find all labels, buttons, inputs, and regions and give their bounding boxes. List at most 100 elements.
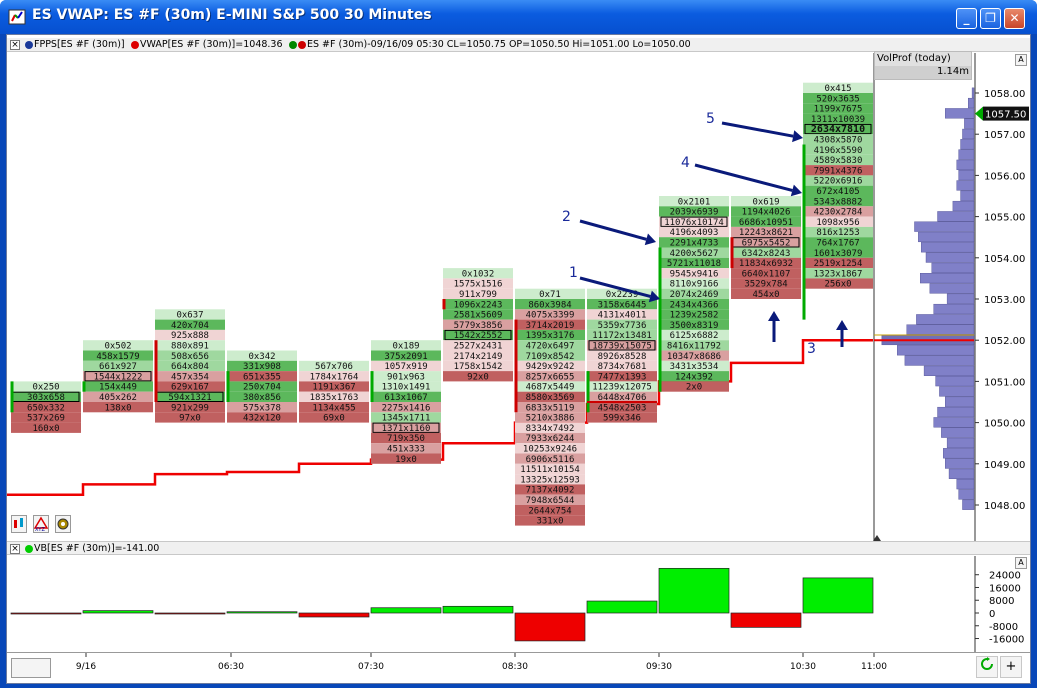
footprint-cell-text: 8416x11792 — [667, 342, 721, 352]
volume-profile-bar — [937, 211, 975, 222]
footprint-cell-text: 457x354 — [171, 372, 209, 382]
footprint-cell-text: 0x1032 — [462, 269, 495, 279]
footprint-cell-text: 1057x919 — [384, 362, 427, 372]
footprint-cell-text: 3500x8319 — [670, 321, 719, 331]
footprint-cell-text: 7991x4376 — [814, 166, 863, 176]
delta-chart[interactable]: 2400016000 8000 0 -8000 -16000 — [7, 556, 1030, 652]
footprint-column-3[interactable]: 0x342331x908651x355250x704380x856575x378… — [227, 350, 297, 424]
footprint-cell-text: 0x342 — [248, 352, 275, 362]
delta-bar — [298, 612, 370, 618]
footprint-column-9[interactable]: 0x21012039x693911076x101744196x40932291x… — [659, 196, 729, 393]
legend-vb[interactable]: VB[ES #F (30m)]=-141.00 — [25, 543, 159, 554]
footprint-cell-text: 4548x2503 — [598, 403, 647, 413]
footprint-cell-text: 2644x754 — [528, 506, 571, 516]
annotation-number: 1 — [569, 265, 578, 281]
legend-vwap[interactable]: VWAP[ES #F (30m)]=1048.36 — [131, 39, 283, 50]
footprint-cell-text: 567x706 — [315, 362, 353, 372]
footprint-cell-text: 11239x12075 — [592, 383, 652, 393]
chart-client-area: × FPPS[ES #F (30m)] VWAP[ES #F (30m)]=10… — [6, 34, 1031, 684]
footprint-cell-text: 2074x2469 — [670, 290, 719, 300]
footprint-cell-text: 8110x9166 — [670, 280, 719, 290]
annotation-number: 3 — [807, 341, 816, 357]
page-indicator-box[interactable] — [11, 658, 51, 678]
scale-a-button[interactable]: A — [1015, 54, 1027, 66]
delta-bar — [154, 612, 226, 615]
footprint-cell-text: 508x656 — [171, 352, 209, 362]
minimize-button[interactable]: _ — [956, 8, 977, 29]
footprint-cell-text: 303x658 — [27, 393, 65, 403]
footprint-cell-text: 0x71 — [539, 290, 561, 300]
volume-profile-bar — [935, 376, 975, 387]
footprint-cell-text: 8257x6655 — [526, 372, 575, 382]
close-pane-icon[interactable]: × — [10, 40, 20, 50]
close-delta-pane-icon[interactable]: × — [10, 544, 20, 554]
volume-profile-bar — [948, 468, 975, 479]
footprint-cell-text: 92x0 — [467, 372, 489, 382]
close-button[interactable]: ✕ — [1004, 8, 1025, 29]
footprint-cell-text: 5779x3856 — [454, 321, 503, 331]
legend-bar-label: ES #F (30m)-09/16/09 05:30 CL=1050.75 OP… — [307, 39, 691, 50]
delta-tick-label: 0 — [989, 609, 995, 620]
footprint-cell-text: 10347x8686 — [667, 352, 721, 362]
footprint-cell-text: 6906x5116 — [526, 455, 575, 465]
delta-bar — [82, 610, 154, 614]
footprint-cell-text: 1096x2243 — [454, 300, 503, 310]
delta-tick-label: 24000 — [989, 571, 1021, 582]
footprint-column-4[interactable]: 567x7061784x17641191x3671835x17631134x45… — [299, 360, 369, 424]
footprint-column-11[interactable]: 0x415520x36351199x76751311x100392634x781… — [803, 82, 873, 290]
footprint-column-0[interactable]: 0x250303x658650x332537x269160x0 — [11, 381, 81, 434]
footprint-cell-text: 2519x1254 — [814, 259, 863, 269]
volume-profile-bar — [945, 396, 975, 407]
legend-fpps[interactable]: FPPS[ES #F (30m)] — [25, 39, 125, 50]
restore-button[interactable]: ❐ — [980, 8, 1001, 29]
volume-profile-bar — [914, 221, 975, 232]
footprint-cell-text: 4200x5627 — [670, 249, 719, 259]
footprint-cell-text: 2174x2149 — [454, 352, 503, 362]
footprint-column-2[interactable]: 0x637420x704925x888880x891508x656664x804… — [155, 309, 225, 424]
footprint-cell-text: 138x0 — [104, 403, 131, 413]
footprint-cell-text: 4687x5449 — [526, 383, 575, 393]
add-button[interactable]: + — [1000, 656, 1022, 678]
footprint-column-5[interactable]: 0x189375x20911057x919901x9631310x1491613… — [371, 340, 441, 465]
footprint-cell-text: 7137x4092 — [526, 486, 575, 496]
footprint-column-8[interactable]: 0x22393158x64454131x40115359x773611172x1… — [587, 288, 657, 424]
footprint-cell-text: 1134x455 — [312, 403, 355, 413]
footprint-cell-text: 1323x1867 — [814, 269, 863, 279]
footprint-column-1[interactable]: 0x502458x1579661x9271544x1222154x449405x… — [83, 340, 153, 413]
volume-profile-bar — [956, 479, 975, 490]
time-tick-label: 08:30 — [502, 662, 528, 672]
delta-bar — [226, 611, 298, 614]
footprint-cell-text: 160x0 — [32, 424, 59, 434]
price-chart[interactable]: 0x250303x658650x332537x269160x00x502458x… — [7, 53, 1030, 541]
footprint-cell-text: 2039x6939 — [670, 208, 719, 218]
footprint-cell-text: 69x0 — [323, 414, 345, 424]
delta-scale-a-button[interactable]: A — [1015, 557, 1027, 569]
footprint-cell-text: 6686x10951 — [739, 218, 793, 228]
footprint-column-10[interactable]: 0x6191194x40266686x1095112243x86216975x5… — [731, 196, 801, 300]
window-title: ES VWAP: ES #F (30m) E-MINI S&P 500 30 M… — [32, 7, 432, 23]
xyz-tool[interactable]: XYZ — [33, 515, 49, 533]
footprint-cell-text: 8734x7681 — [598, 362, 647, 372]
footprint-column-7[interactable]: 0x71860x39844075x33993714x20191395x31764… — [515, 288, 585, 527]
volume-profile-bar — [937, 406, 975, 418]
footprint-cell-text: 2581x5609 — [454, 311, 503, 321]
volume-profile-bar — [958, 149, 975, 160]
footprint-cell-text: 8926x8528 — [598, 352, 647, 362]
volume-profile-bar — [964, 118, 975, 129]
settings-tool[interactable] — [55, 515, 71, 533]
volume-profile-bar — [925, 252, 975, 263]
footprint-cell-text: 651x355 — [243, 372, 281, 382]
footprint-column-6[interactable]: 0x10321575x1516911x7991096x22432581x5609… — [443, 268, 513, 382]
footprint-cell-text: 0x415 — [824, 84, 851, 94]
bar-style-tool[interactable] — [11, 515, 27, 533]
refresh-button[interactable] — [976, 656, 998, 678]
price-tick-label: 1055.00 — [984, 213, 1025, 224]
footprint-cell-text: 1371x1160 — [382, 424, 431, 434]
volume-profile-bar — [897, 345, 975, 356]
footprint-cell-text: 1098x956 — [816, 218, 859, 228]
title-bar[interactable]: ES VWAP: ES #F (30m) E-MINI S&P 500 30 M… — [0, 0, 1037, 34]
volume-profile-bar — [906, 324, 975, 335]
footprint-cell-text: 250x704 — [243, 383, 281, 393]
legend-bar[interactable]: ES #F (30m)-09/16/09 05:30 CL=1050.75 OP… — [289, 39, 691, 50]
footprint-cell-text: 6833x5119 — [526, 403, 575, 413]
